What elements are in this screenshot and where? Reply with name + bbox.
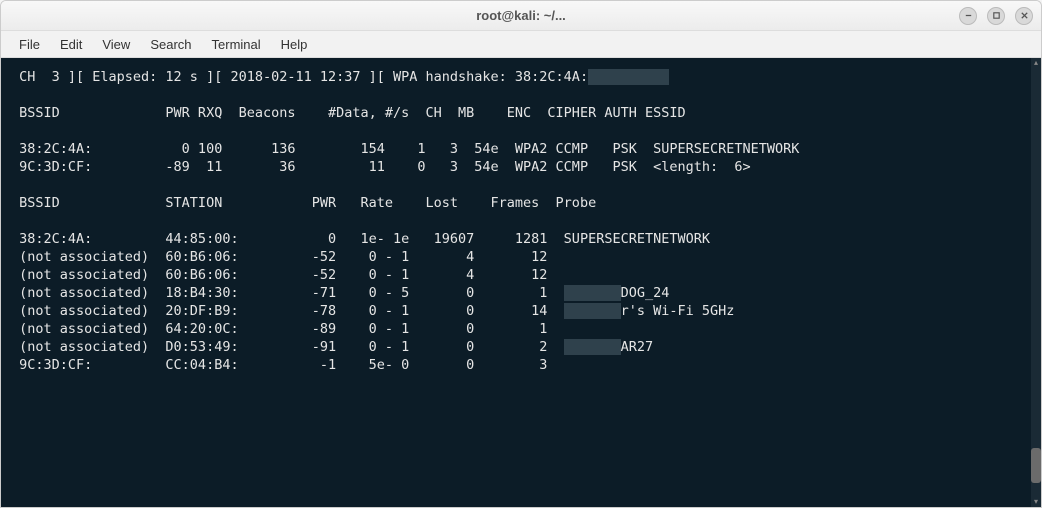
menu-view[interactable]: View	[92, 33, 140, 56]
scrollbar[interactable]: ▴ ▾	[1031, 58, 1041, 507]
maximize-icon	[992, 11, 1001, 20]
menubar: File Edit View Search Terminal Help	[1, 31, 1041, 58]
menu-file[interactable]: File	[9, 33, 50, 56]
scroll-up-icon[interactable]: ▴	[1031, 58, 1041, 68]
maximize-button[interactable]	[987, 7, 1005, 25]
menu-help[interactable]: Help	[271, 33, 318, 56]
scroll-down-icon[interactable]: ▾	[1031, 497, 1041, 507]
scroll-thumb[interactable]	[1031, 448, 1041, 483]
menu-terminal[interactable]: Terminal	[202, 33, 271, 56]
menu-search[interactable]: Search	[140, 33, 201, 56]
close-button[interactable]	[1015, 7, 1033, 25]
terminal-window: root@kali: ~/... File Edit View Search T…	[0, 0, 1042, 508]
menu-edit[interactable]: Edit	[50, 33, 92, 56]
minimize-button[interactable]	[959, 7, 977, 25]
terminal-output[interactable]: CH 3 ][ Elapsed: 12 s ][ 2018-02-11 12:3…	[1, 58, 1031, 507]
minimize-icon	[964, 11, 973, 20]
terminal-area: CH 3 ][ Elapsed: 12 s ][ 2018-02-11 12:3…	[1, 58, 1041, 507]
window-controls	[959, 7, 1033, 25]
titlebar: root@kali: ~/...	[1, 1, 1041, 31]
window-title: root@kali: ~/...	[476, 8, 566, 23]
close-icon	[1020, 11, 1029, 20]
